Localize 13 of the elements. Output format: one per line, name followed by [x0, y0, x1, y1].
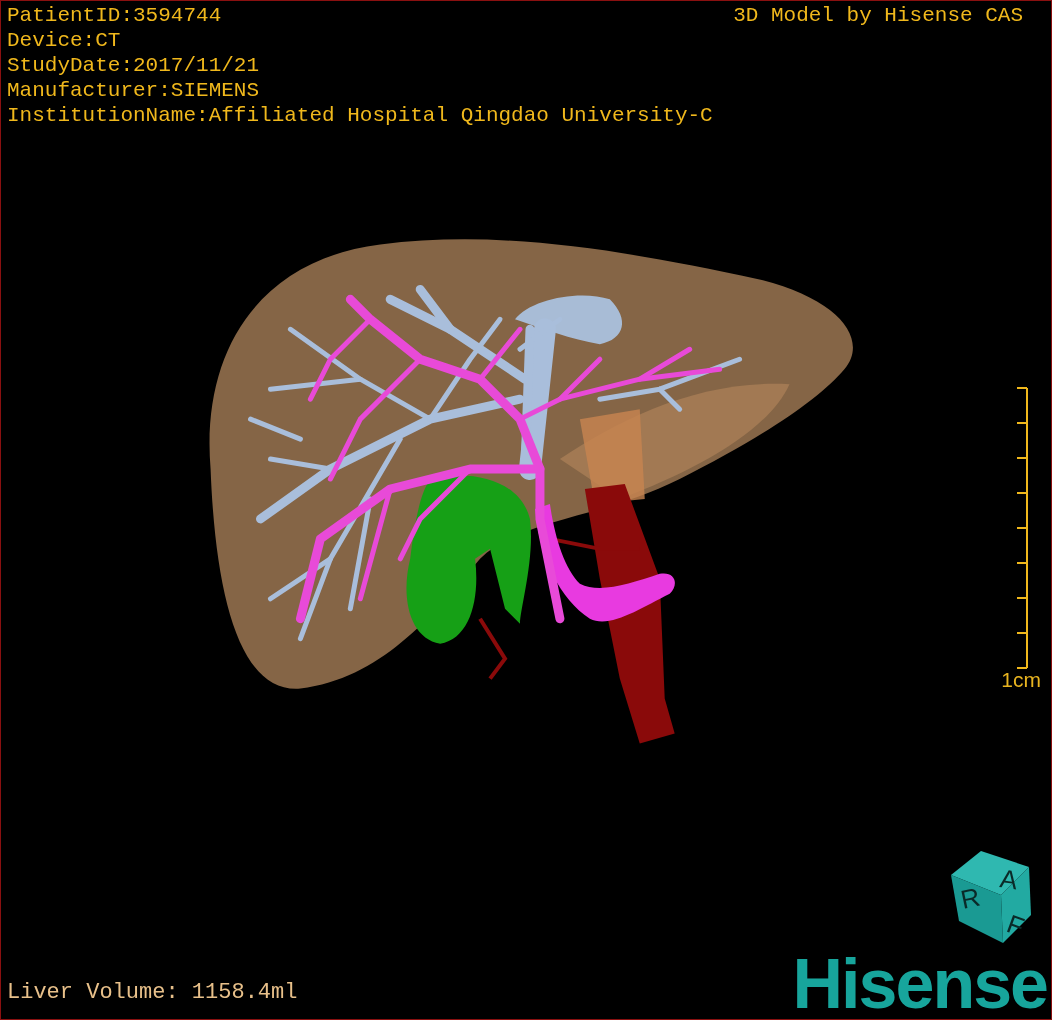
cube-face-label: R — [958, 881, 983, 915]
orientation-cube[interactable]: R A F — [941, 847, 1033, 945]
cube-face-label: F — [1002, 908, 1029, 943]
patient-info-text: StudyDate:2017/11/21 — [7, 53, 261, 78]
patient-info-text: PatientID:3594744 — [7, 3, 223, 28]
patient-info-text: Manufacturer:SIEMENS — [7, 78, 261, 103]
scale-label: 1cm — [1001, 669, 1041, 691]
brand-logo: Hisense — [792, 949, 1047, 1019]
volume-text: Liver Volume: 1158.4ml — [7, 980, 298, 1005]
patient-info-text: Device:CT — [7, 28, 122, 53]
patient-info-text: InstitutionName:Affiliated Hospital Qingdao University-C — [7, 103, 713, 128]
cube-face-label: A — [998, 863, 1020, 896]
credit-text: 3D Model by Hisense CAS — [733, 3, 1023, 29]
